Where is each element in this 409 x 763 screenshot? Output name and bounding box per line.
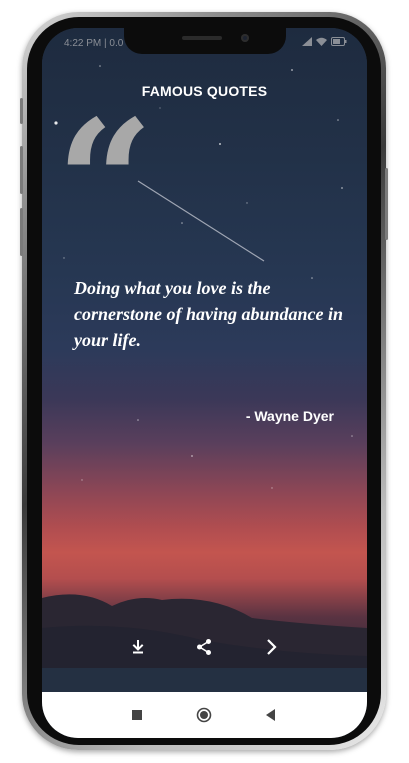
circle-icon (196, 707, 212, 723)
quote-text: Doing what you love is the cornerstone o… (74, 278, 344, 350)
chevron-right-icon (267, 639, 277, 655)
triangle-left-icon (266, 709, 275, 721)
status-icons (302, 37, 347, 46)
wifi-icon (316, 37, 327, 46)
status-time: 4:22 PM | 0.0 (64, 38, 124, 49)
volume-down-button (20, 208, 23, 256)
next-quote-button[interactable] (256, 632, 286, 662)
camera-notch (124, 28, 286, 54)
mute-switch (20, 98, 23, 124)
recents-button[interactable] (122, 700, 152, 730)
download-icon (132, 640, 144, 654)
home-button[interactable] (189, 700, 219, 730)
earpiece-speaker (182, 36, 222, 40)
phone-screen: 4:22 PM | 0.0 FAMOUS QUOTES “ Doing what… (42, 28, 367, 738)
battery-icon (331, 37, 347, 46)
download-button[interactable] (123, 632, 153, 662)
front-camera (241, 34, 249, 42)
device-mockup: 4:22 PM | 0.0 FAMOUS QUOTES “ Doing what… (0, 0, 409, 763)
quote-author: - Wayne Dyer (245, 408, 334, 424)
volume-up-button (20, 146, 23, 194)
shooting-star (137, 180, 265, 262)
quote-action-bar (42, 632, 367, 662)
power-button (385, 168, 388, 240)
share-button[interactable] (189, 632, 219, 662)
share-icon (197, 639, 211, 655)
back-button[interactable] (256, 700, 286, 730)
signal-icon (302, 37, 312, 46)
quote-mark-icon: “ (56, 83, 154, 283)
square-icon (132, 710, 142, 720)
system-navigation-bar (42, 692, 367, 738)
